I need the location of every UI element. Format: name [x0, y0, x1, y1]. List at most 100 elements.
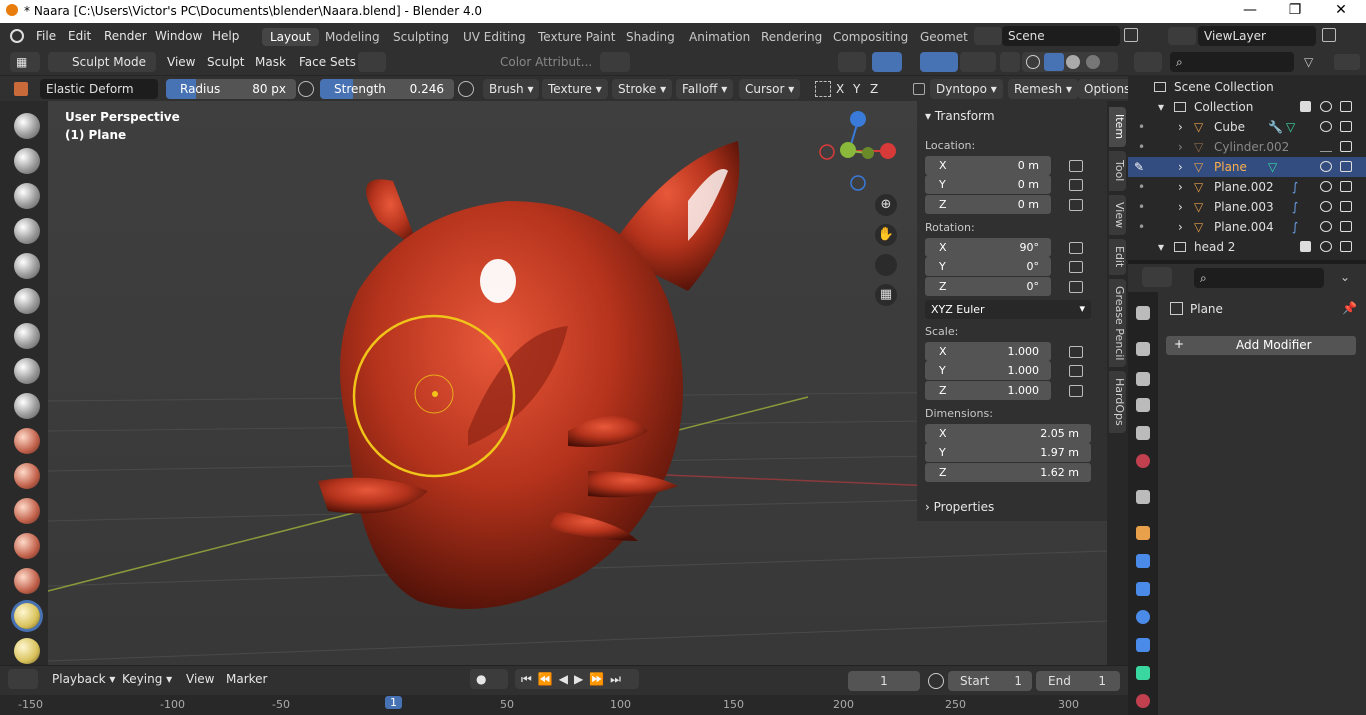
camera-icon[interactable] [1340, 161, 1352, 172]
collection-tab-icon[interactable] [1136, 490, 1150, 504]
fill-brush-icon[interactable] [14, 498, 40, 524]
end-frame-field[interactable]: End 1 [1036, 671, 1120, 691]
render-tab-icon[interactable] [1136, 342, 1150, 356]
tab-modeling[interactable]: Modeling [317, 28, 388, 46]
stopwatch-icon[interactable] [928, 673, 944, 689]
dyntopo-checkbox[interactable] [913, 83, 925, 95]
lock-icon[interactable] [1069, 179, 1083, 191]
playback-controls[interactable]: ⏮⏪◀▶⏩⏭ [515, 669, 639, 689]
mesh-edit-overlay-icon[interactable] [960, 52, 996, 72]
timeline-marker-menu[interactable]: Marker [226, 672, 267, 686]
shading-mode-group[interactable] [1022, 52, 1118, 72]
properties-editor-type-icon[interactable] [1142, 267, 1172, 287]
scale-x-field[interactable]: X 1.000 [925, 342, 1051, 361]
tab-item[interactable]: Item [1109, 107, 1126, 147]
eye-icon[interactable] [1320, 101, 1332, 112]
viewlayer-selector-icon[interactable] [1168, 27, 1196, 45]
physics-tab-icon[interactable] [1136, 610, 1150, 624]
draw-brush-icon[interactable] [14, 113, 40, 139]
dimensions-x-field[interactable]: X 2.05 m [925, 424, 1091, 443]
eye-icon[interactable] [1320, 221, 1332, 232]
expand-icon[interactable]: › [1178, 180, 1183, 194]
timeline-ruler[interactable]: -150 -100 -50 1 50 100 150 200 250 300 [0, 695, 1128, 715]
menu-window[interactable]: Window [155, 29, 202, 43]
multiplane-scrape-brush-icon[interactable] [14, 568, 40, 594]
symmetry-y-toggle[interactable]: Y [853, 82, 860, 96]
radius-slider[interactable]: Radius 80 px [166, 79, 296, 99]
eye-icon[interactable] [1320, 201, 1332, 212]
scene-name-field[interactable]: Scene [1002, 26, 1120, 46]
crease-brush-icon[interactable] [14, 393, 40, 419]
start-frame-field[interactable]: Start 1 [948, 671, 1032, 691]
tab-layout[interactable]: Layout [262, 28, 319, 46]
chevron-down-icon[interactable]: ⌄ [1340, 270, 1356, 286]
camera-icon[interactable] [1340, 101, 1352, 112]
smooth-brush-icon[interactable] [14, 428, 40, 454]
rendered-shading-icon[interactable] [1086, 55, 1100, 69]
outliner-collection-head[interactable]: ▾ head 2 [1128, 237, 1366, 257]
properties-search-input[interactable]: ⌕ [1194, 268, 1324, 288]
current-frame-marker[interactable]: 1 [385, 696, 402, 709]
keying-dropdown[interactable]: Keying ▾ [116, 669, 178, 689]
constraints-tab-icon[interactable] [1136, 638, 1150, 652]
dimensions-z-field[interactable]: Z 1.62 m [925, 463, 1091, 482]
rotation-y-field[interactable]: Y 0° [925, 257, 1051, 276]
falloff-dropdown[interactable]: Falloff ▾ [676, 79, 734, 99]
new-viewlayer-icon[interactable] [1322, 28, 1336, 42]
pan-hand-icon[interactable]: ✋ [875, 224, 897, 246]
editor-type-icon[interactable]: ▦ [10, 52, 40, 72]
zoom-icon[interactable]: ⊕ [875, 194, 897, 216]
expand-icon[interactable]: ▾ [1158, 240, 1164, 254]
color-attribute-dropdown[interactable]: Color Attribut... [478, 55, 592, 69]
camera-view-icon[interactable] [875, 254, 897, 276]
tab-edit[interactable]: Edit [1109, 239, 1126, 275]
brush-name-field[interactable]: Elastic Deform [40, 79, 158, 99]
camera-icon[interactable] [1340, 221, 1352, 232]
camera-icon[interactable] [1340, 241, 1352, 252]
gizmo-toggle-icon[interactable] [872, 52, 902, 72]
new-scene-icon[interactable] [1124, 28, 1138, 42]
outliner-item-cube[interactable]: • › ▽ Cube 🔧 ▽ [1128, 117, 1366, 137]
filter-icon[interactable]: ▽ [1304, 55, 1318, 69]
location-x-field[interactable]: X 0 m [925, 156, 1051, 175]
outliner-item-plane-002[interactable]: • › ▽ Plane.002 ∫ [1128, 177, 1366, 197]
eye-icon[interactable] [1320, 241, 1332, 252]
symmetry-x-toggle[interactable]: X [836, 82, 844, 96]
camera-icon[interactable] [1340, 121, 1352, 132]
scene-selector-icon[interactable] [974, 27, 1002, 45]
expand-icon[interactable]: › [1178, 200, 1183, 214]
flatten-brush-icon[interactable] [14, 463, 40, 489]
properties-section-header[interactable]: › Properties [925, 500, 994, 514]
visibility-icon[interactable] [838, 52, 866, 72]
tab-rendering[interactable]: Rendering [753, 28, 830, 46]
snake-hook-brush-icon[interactable] [14, 638, 40, 664]
close-button[interactable]: ✕ [1329, 2, 1353, 18]
wireframe-shading-icon[interactable] [1026, 55, 1040, 69]
menu-render[interactable]: Render [104, 29, 147, 43]
brush-dropdown[interactable]: Brush ▾ [483, 79, 540, 99]
menu-mask[interactable]: Mask [255, 55, 286, 69]
solid-shading-icon[interactable] [1044, 53, 1064, 71]
menu-file[interactable]: File [36, 29, 56, 43]
new-collection-icon[interactable] [1334, 54, 1360, 70]
pin-icon[interactable]: 📌 [1342, 301, 1357, 315]
hidden-eye-icon[interactable] [1320, 141, 1332, 152]
outliner-item-plane-004[interactable]: • › ▽ Plane.004 ∫ [1128, 217, 1366, 237]
outliner-item-cylinder[interactable]: • › ▽ Cylinder.002 [1128, 137, 1366, 157]
dyntopo-dropdown[interactable]: Dyntopo ▾ [930, 79, 1003, 99]
strength-pressure-icon[interactable] [458, 81, 474, 97]
world-tab-icon[interactable] [1136, 454, 1150, 468]
lock-icon[interactable] [1069, 242, 1083, 254]
eye-icon[interactable] [1320, 161, 1332, 172]
rotation-z-field[interactable]: Z 0° [925, 277, 1051, 296]
radius-pressure-icon[interactable] [298, 81, 314, 97]
camera-icon[interactable] [1340, 141, 1352, 152]
lock-icon[interactable] [1069, 365, 1083, 377]
timeline-editor-type-icon[interactable] [8, 669, 38, 689]
tab-tool[interactable]: Tool [1109, 151, 1126, 191]
scene-tab-icon[interactable] [1136, 426, 1150, 440]
outliner-collection[interactable]: ▾ Collection [1128, 97, 1366, 117]
output-tab-icon[interactable] [1136, 372, 1150, 386]
outliner-editor-type-icon[interactable] [1134, 52, 1162, 72]
camera-icon[interactable] [1340, 201, 1352, 212]
